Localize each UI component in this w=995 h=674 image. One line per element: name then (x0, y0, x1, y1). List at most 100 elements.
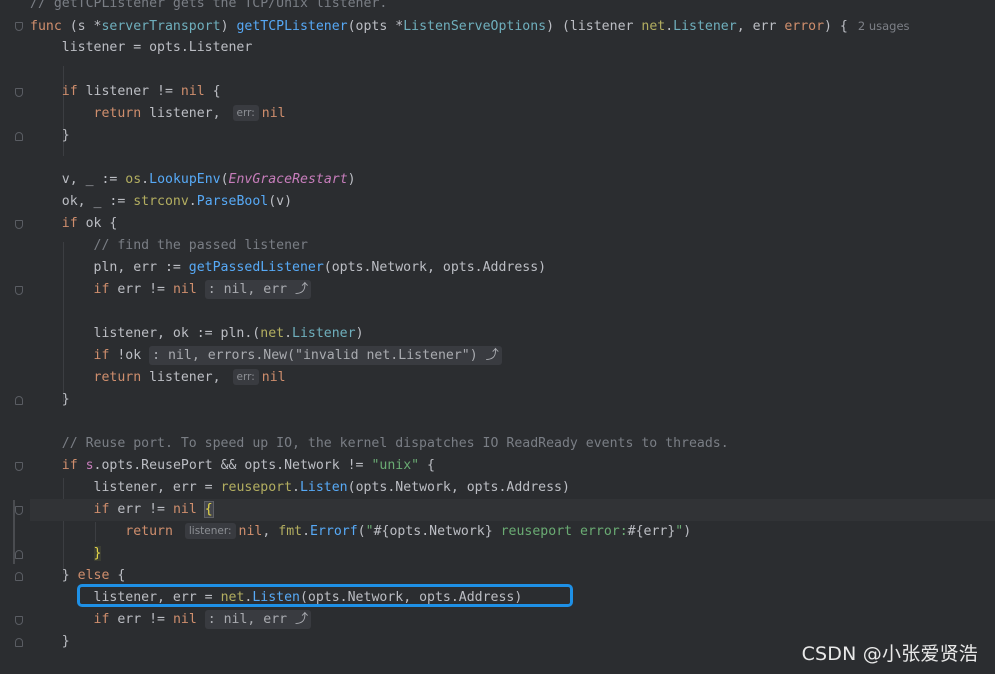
code-line[interactable]: return listener, err: nil (30, 103, 995, 125)
code-token: " (365, 524, 374, 539)
code-token: v, _ := (30, 172, 126, 187)
fold-start-icon[interactable] (15, 506, 23, 515)
code-line[interactable] (30, 59, 995, 81)
code-line[interactable]: } (30, 543, 995, 565)
code-token: ListenServeOptions (403, 19, 547, 34)
code-line[interactable]: listener, err = reuseport.Listen(opts.Ne… (30, 477, 995, 499)
fold-start-icon[interactable] (15, 286, 23, 295)
folded-code-region[interactable]: : nil, err ⤴ (204, 610, 312, 629)
highlight-annotation-box (77, 584, 573, 607)
code-line[interactable]: pln, err := getPassedListener(opts.Netwo… (30, 257, 995, 279)
code-token: Listener (292, 326, 356, 341)
code-token: return (93, 370, 150, 385)
code-line[interactable]: } (30, 125, 995, 147)
inlay-hint: listener: (184, 523, 236, 539)
code-token: . (665, 19, 674, 34)
inlay-hint: err: (232, 369, 259, 385)
code-token: // find the passed listener (93, 238, 308, 253)
code-line[interactable]: func (s *serverTransport) getTCPListener… (30, 15, 995, 37)
fold-start-icon[interactable] (15, 220, 23, 229)
code-line[interactable]: if err != nil : nil, err ⤴ (30, 609, 995, 631)
code-line[interactable]: if ok { (30, 213, 995, 235)
code-editor[interactable]: // getTCPListener gets the TCP/Unix list… (0, 0, 995, 674)
code-line[interactable] (30, 411, 995, 433)
code-line[interactable]: ok, _ := strconv.ParseBool(v) (30, 191, 995, 213)
code-token: } (30, 392, 70, 407)
code-token: if (61, 216, 86, 231)
code-line[interactable]: if s.opts.ReusePort && opts.Network != "… (30, 455, 995, 477)
code-line[interactable]: v, _ := os.LookupEnv(EnvGraceRestart) (30, 169, 995, 191)
code-token: getTCPListener (236, 19, 348, 34)
code-token: nil (172, 282, 205, 297)
code-token: Errorf (310, 524, 358, 539)
code-token: error (784, 19, 825, 34)
code-token: listener, ok := pln.( (30, 326, 261, 341)
code-line[interactable]: // Reuse port. To speed up IO, the kerne… (30, 433, 995, 455)
code-token: if (61, 84, 86, 99)
code-line[interactable]: return listener, err: nil (30, 367, 995, 389)
code-token: s (85, 458, 94, 473)
code-token: } (30, 568, 78, 583)
code-token: os (125, 172, 142, 187)
code-token: , err (736, 19, 785, 34)
code-token: if (61, 458, 86, 473)
code-token: { (117, 568, 126, 583)
fold-end-icon[interactable] (15, 550, 23, 559)
code-token: } (30, 128, 70, 143)
code-line[interactable]: listener = opts.Listener (30, 37, 995, 59)
code-token: (opts.Network, opts.Address) (347, 480, 570, 495)
code-token: ( (220, 172, 229, 187)
usages-hint[interactable]: 2 usages (858, 19, 910, 33)
fold-start-icon[interactable] (15, 88, 23, 97)
code-line[interactable]: if !ok : nil, errors.New("invalid net.Li… (30, 345, 995, 367)
code-token: if (93, 282, 118, 297)
code-line[interactable]: if err != nil : nil, err ⤴ (30, 279, 995, 301)
code-token: serverTransport (101, 19, 221, 34)
code-token: strconv (133, 194, 189, 209)
code-line[interactable]: } (30, 389, 995, 411)
code-token: (v) (268, 194, 293, 209)
code-token: ) (listener (546, 19, 642, 34)
code-token: listener = opts.Listener (30, 40, 253, 55)
fold-end-icon[interactable] (15, 572, 23, 581)
code-token: (s * (69, 19, 102, 34)
code-line[interactable]: if err != nil { (30, 499, 995, 521)
code-line[interactable]: if listener != nil { (30, 81, 995, 103)
fold-start-icon[interactable] (15, 462, 23, 471)
code-token: } (30, 634, 70, 649)
code-token: . (284, 326, 293, 341)
code-token: ) (683, 524, 692, 539)
code-token: reuseport error: (492, 524, 628, 539)
code-token: . (292, 480, 300, 495)
code-line[interactable]: // getTCPListener gets the TCP/Unix list… (30, 0, 995, 15)
code-line[interactable]: return listener: nil, fmt.Errorf("#{opts.… (30, 521, 995, 543)
code-token: { (212, 84, 221, 99)
code-token: nil (172, 612, 205, 627)
folded-code-region[interactable]: : nil, err ⤴ (204, 280, 312, 299)
fold-end-icon[interactable] (15, 132, 23, 141)
code-line[interactable]: listener, ok := pln.(net.Listener) (30, 323, 995, 345)
code-token: nil (261, 370, 286, 385)
fold-start-icon[interactable] (15, 616, 23, 625)
code-line[interactable]: // find the passed listener (30, 235, 995, 257)
fold-end-icon[interactable] (15, 396, 23, 405)
code-token: // Reuse port. To speed up IO, the kerne… (61, 436, 729, 451)
code-line[interactable] (30, 301, 995, 323)
code-token: nil (180, 84, 213, 99)
fold-start-icon[interactable] (15, 22, 23, 31)
code-token: listener, (149, 370, 229, 385)
code-line[interactable] (30, 147, 995, 169)
folded-code-region[interactable]: : nil, errors.New("invalid net.Listener"… (149, 346, 502, 365)
code-token: { (419, 458, 435, 473)
code-token: return (125, 524, 181, 539)
fold-end-icon[interactable] (15, 638, 23, 647)
code-token: if (93, 502, 118, 517)
